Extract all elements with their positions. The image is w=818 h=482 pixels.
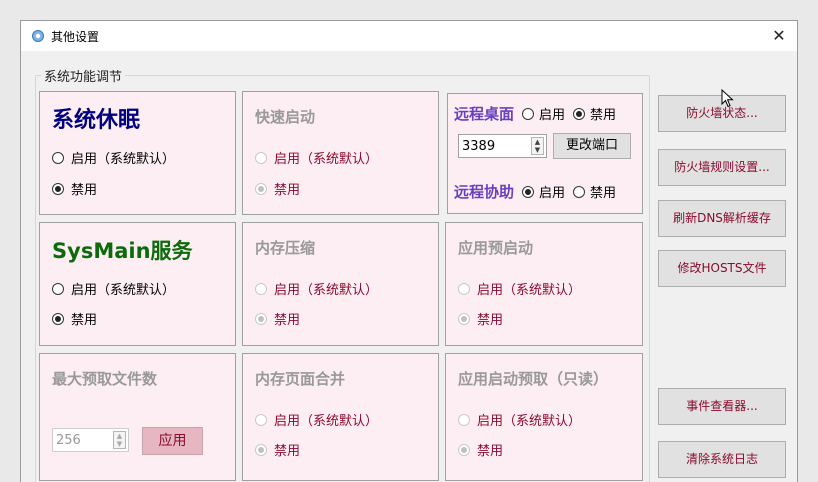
change-port-button[interactable]: 更改端口 xyxy=(553,133,631,159)
port-spinner[interactable]: ▲ ▼ xyxy=(531,137,544,155)
fast-boot-enable-radio[interactable]: 启用（系统默认） xyxy=(255,148,378,167)
radio-selected-icon xyxy=(522,185,535,198)
max-prefetch-input[interactable]: 256 ▲ ▼ xyxy=(52,428,129,452)
firewall-rules-button[interactable]: 防火墙规则设置... xyxy=(658,149,786,186)
mouse-cursor-icon xyxy=(721,89,734,108)
radio-selected-icon xyxy=(52,312,64,325)
port-input[interactable]: 3389 ▲ ▼ xyxy=(458,134,547,158)
window-title: 其他设置 xyxy=(51,30,100,44)
radio-selected-icon xyxy=(458,443,470,456)
radio-label: 禁用 xyxy=(274,313,301,328)
radio-icon xyxy=(52,151,64,164)
radio-selected-icon xyxy=(52,182,64,195)
radio-label: 启用（系统默认） xyxy=(274,152,379,167)
fast-boot-panel: 快速启动 启用（系统默认） 禁用 xyxy=(242,91,439,215)
group-label: 系统功能调节 xyxy=(41,66,126,85)
radio-label: 禁用 xyxy=(590,186,617,201)
radio-selected-icon xyxy=(255,312,267,325)
max-prefetch-title: 最大预取文件数 xyxy=(52,370,158,388)
sysmain-enable-radio[interactable]: 启用（系统默认） xyxy=(52,279,175,298)
radio-label: 禁用 xyxy=(477,313,504,328)
spin-up-icon[interactable]: ▲ xyxy=(532,138,543,146)
sysmain-title: SysMain服务 xyxy=(52,239,193,263)
fast-boot-title: 快速启动 xyxy=(255,108,316,126)
launch-prefetch-panel: 应用启动预取（只读） 启用（系统默认） 禁用 xyxy=(445,353,643,481)
page-combine-title: 内存页面合并 xyxy=(255,370,346,388)
app-prelaunch-disable-radio[interactable]: 禁用 xyxy=(458,309,503,328)
radio-selected-icon xyxy=(255,443,267,456)
radio-label: 禁用 xyxy=(71,183,98,198)
remote-assist-enable-radio[interactable]: 启用 xyxy=(522,182,565,201)
page-combine-panel: 内存页面合并 启用（系统默认） 禁用 xyxy=(242,353,439,481)
radio-label: 禁用 xyxy=(71,313,98,328)
radio-label: 启用（系统默认） xyxy=(477,283,582,298)
remote-desktop-disable-radio[interactable]: 禁用 xyxy=(573,104,616,123)
sleep-panel: 系统休眠 启用（系统默认） 禁用 xyxy=(39,91,236,215)
port-value: 3389 xyxy=(462,139,496,154)
remote-assist-label: 远程协助 xyxy=(454,183,515,201)
remote-desktop-enable-radio[interactable]: 启用 xyxy=(522,104,565,123)
radio-icon xyxy=(458,282,470,295)
remote-panel: 远程桌面 启用 禁用 3389 ▲ ▼ 更改端口 远程协助 启用 禁用 xyxy=(447,93,643,214)
radio-selected-icon xyxy=(573,107,586,120)
radio-icon xyxy=(255,413,267,426)
remote-desktop-row: 远程桌面 启用 禁用 xyxy=(454,103,616,124)
radio-icon xyxy=(255,282,267,295)
radio-label: 禁用 xyxy=(477,444,504,459)
radio-label: 启用（系统默认） xyxy=(274,414,379,429)
sysmain-panel: SysMain服务 启用（系统默认） 禁用 xyxy=(39,222,236,346)
radio-icon xyxy=(52,282,64,295)
spin-down-icon[interactable]: ▼ xyxy=(114,440,125,448)
radio-label: 启用（系统默认） xyxy=(477,414,582,429)
mem-compress-panel: 内存压缩 启用（系统默认） 禁用 xyxy=(242,222,439,346)
spin-down-icon[interactable]: ▼ xyxy=(532,146,543,154)
radio-label: 启用 xyxy=(539,186,566,201)
max-prefetch-spinner[interactable]: ▲ ▼ xyxy=(113,431,126,449)
radio-icon xyxy=(522,107,535,120)
app-prelaunch-title: 应用预启动 xyxy=(458,239,534,257)
sleep-enable-radio[interactable]: 启用（系统默认） xyxy=(52,148,175,167)
close-button[interactable]: ✕ xyxy=(767,24,791,48)
radio-icon xyxy=(255,151,267,164)
max-prefetch-panel: 最大预取文件数 256 ▲ ▼ 应用 xyxy=(39,353,236,481)
launch-prefetch-enable-radio[interactable]: 启用（系统默认） xyxy=(458,410,581,429)
radio-label: 禁用 xyxy=(274,183,301,198)
mem-compress-enable-radio[interactable]: 启用（系统默认） xyxy=(255,279,378,298)
max-prefetch-value: 256 xyxy=(56,433,81,448)
radio-icon xyxy=(573,185,586,198)
remote-assist-disable-radio[interactable]: 禁用 xyxy=(573,182,616,201)
page-combine-disable-radio[interactable]: 禁用 xyxy=(255,440,300,459)
apply-button[interactable]: 应用 xyxy=(142,427,203,455)
title-bar: 其他设置 ✕ xyxy=(21,21,797,51)
sysmain-disable-radio[interactable]: 禁用 xyxy=(52,309,97,328)
radio-label: 启用（系统默认） xyxy=(274,283,379,298)
radio-selected-icon xyxy=(255,182,267,195)
edit-hosts-button[interactable]: 修改HOSTS文件 xyxy=(658,250,786,287)
sleep-title: 系统休眠 xyxy=(52,108,141,133)
radio-label: 禁用 xyxy=(590,108,617,123)
flush-dns-button[interactable]: 刷新DNS解析缓存 xyxy=(658,200,786,237)
spin-up-icon[interactable]: ▲ xyxy=(114,432,125,440)
fast-boot-disable-radio[interactable]: 禁用 xyxy=(255,179,300,198)
launch-prefetch-disable-radio[interactable]: 禁用 xyxy=(458,440,503,459)
radio-icon xyxy=(458,413,470,426)
radio-label: 启用（系统默认） xyxy=(71,283,176,298)
page-combine-enable-radio[interactable]: 启用（系统默认） xyxy=(255,410,378,429)
radio-label: 启用（系统默认） xyxy=(71,152,176,167)
clear-logs-button[interactable]: 清除系统日志 xyxy=(658,441,786,478)
sleep-disable-radio[interactable]: 禁用 xyxy=(52,179,97,198)
radio-label: 启用 xyxy=(539,108,566,123)
settings-window: 其他设置 ✕ 系统功能调节 系统休眠 启用（系统默认） 禁用 快速启动 启用（系… xyxy=(20,20,798,482)
remote-desktop-label: 远程桌面 xyxy=(454,105,515,123)
gear-icon xyxy=(32,30,44,42)
app-prelaunch-enable-radio[interactable]: 启用（系统默认） xyxy=(458,279,581,298)
radio-selected-icon xyxy=(458,312,470,325)
launch-prefetch-title: 应用启动预取（只读） xyxy=(458,370,609,388)
app-prelaunch-panel: 应用预启动 启用（系统默认） 禁用 xyxy=(445,222,643,346)
event-viewer-button[interactable]: 事件查看器... xyxy=(658,388,786,425)
mem-compress-title: 内存压缩 xyxy=(255,239,316,257)
radio-label: 禁用 xyxy=(274,444,301,459)
mem-compress-disable-radio[interactable]: 禁用 xyxy=(255,309,300,328)
remote-assist-row: 远程协助 启用 禁用 xyxy=(454,181,616,202)
